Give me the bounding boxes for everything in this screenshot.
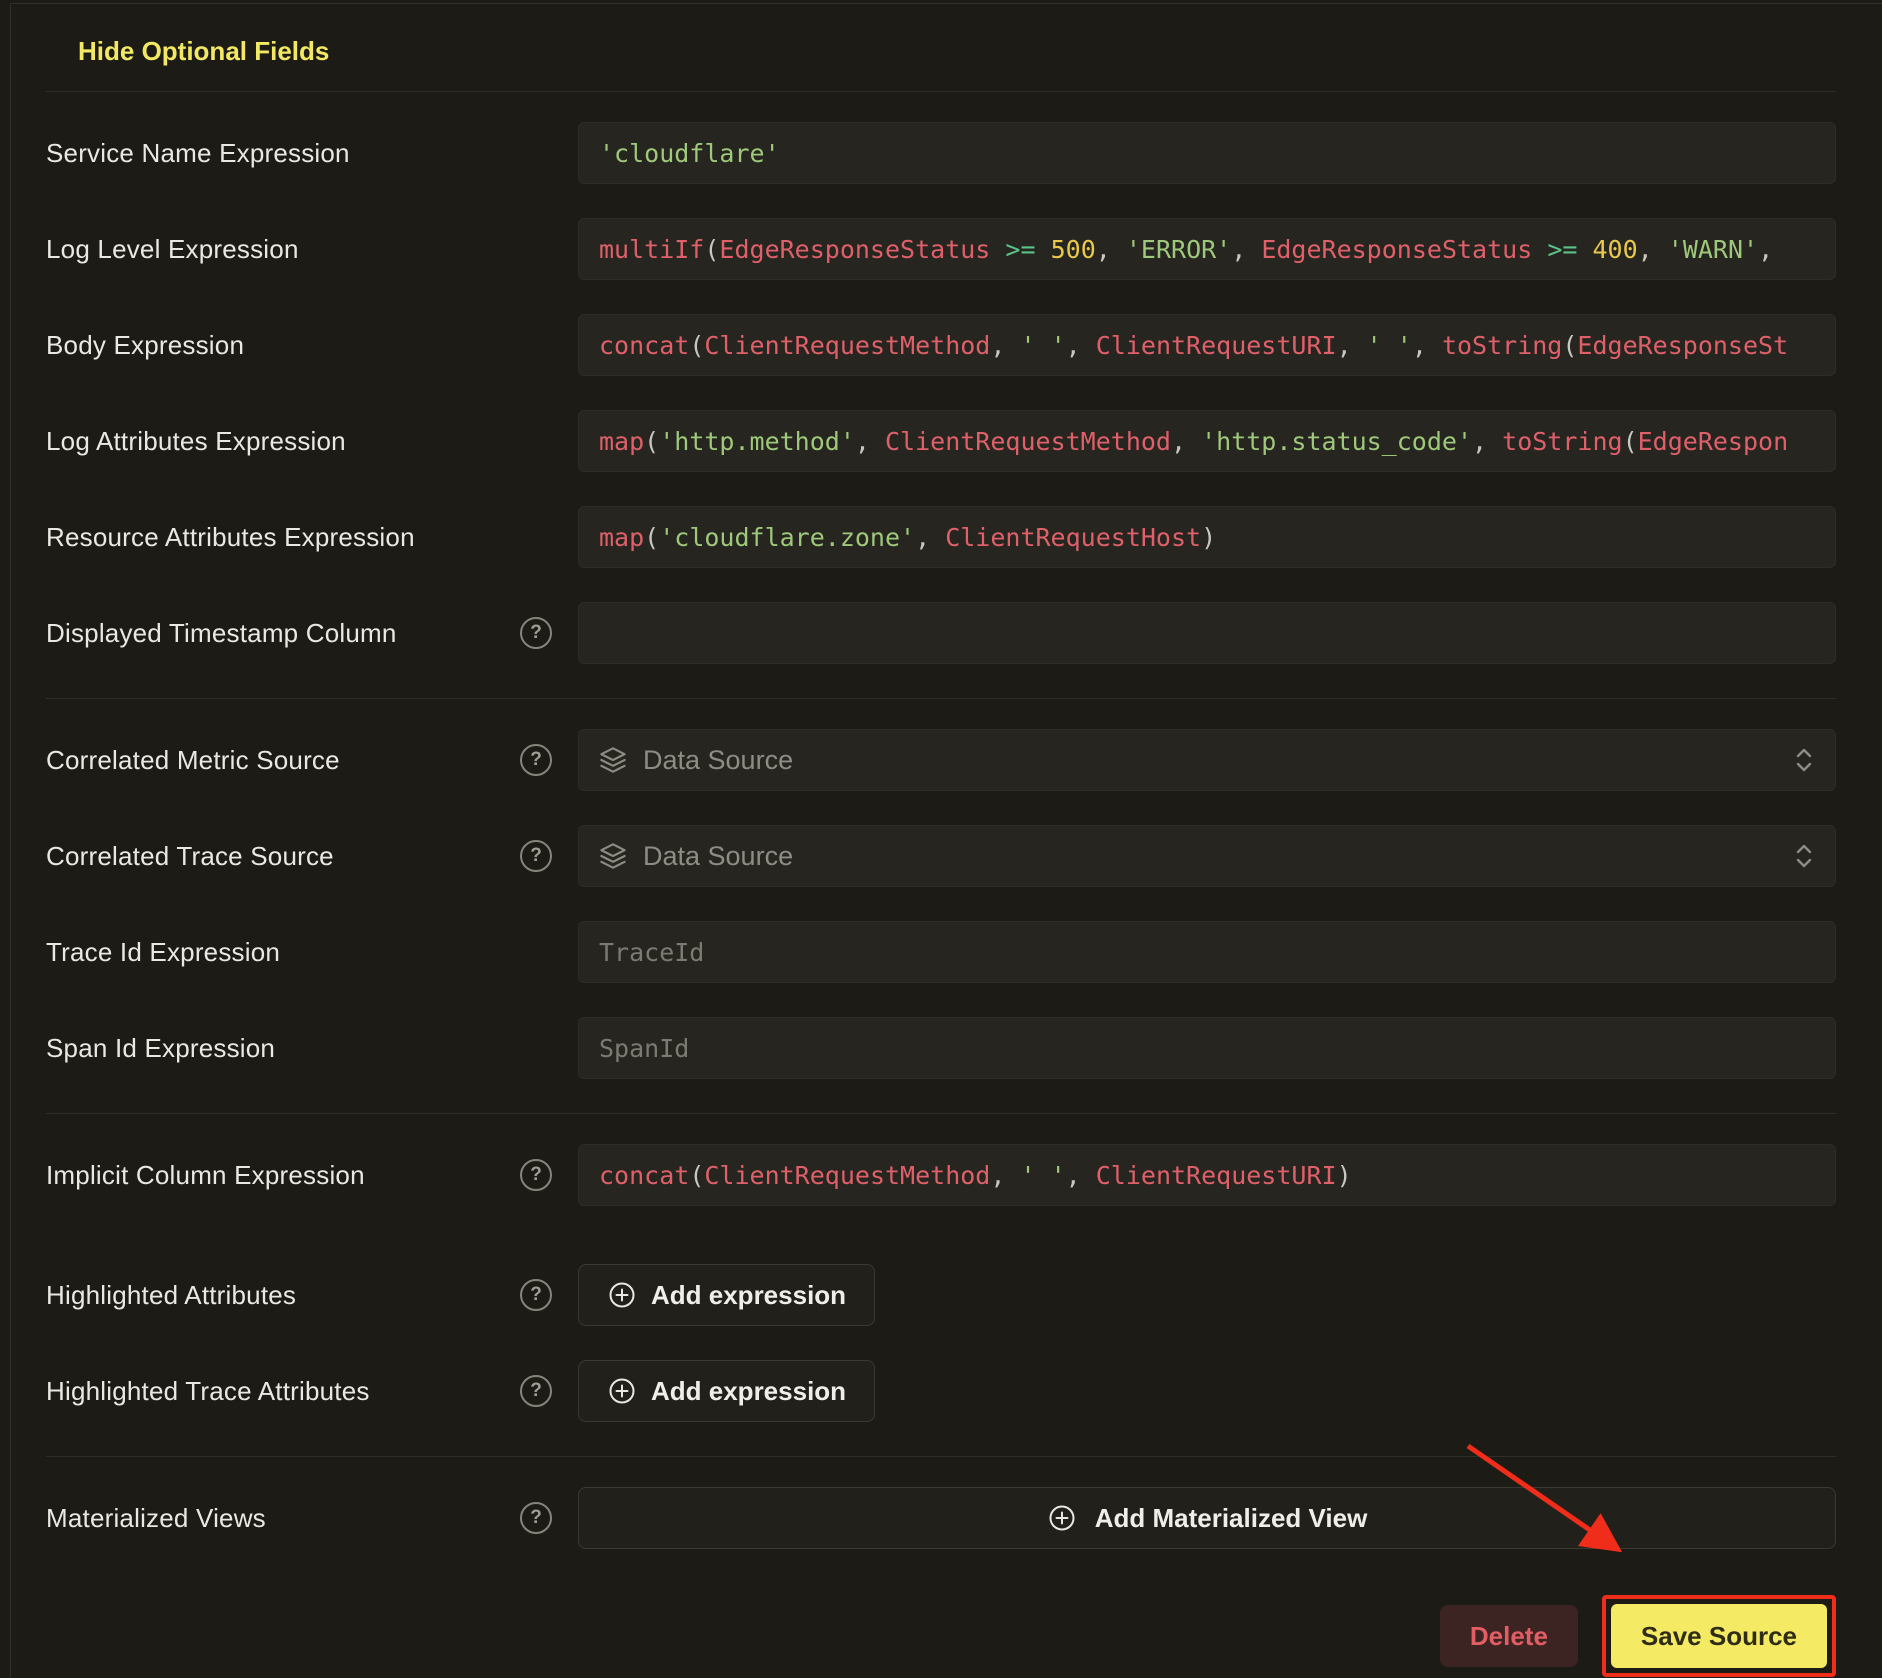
field-row-highlighted-trace-attributes: Highlighted Trace Attributes Add express… (46, 1360, 1836, 1422)
help-icon[interactable] (520, 617, 552, 649)
field-label-group: Correlated Trace Source (46, 840, 578, 872)
log-attributes-expression-input[interactable]: map('http.method', ClientRequestMethod, … (578, 410, 1836, 472)
field-label: Body Expression (46, 330, 244, 361)
field-label-group: Span Id Expression (46, 1033, 578, 1064)
field-row-implicit-column: Implicit Column Expression concat(Client… (46, 1144, 1836, 1206)
section-divider (46, 91, 1836, 92)
correlated-metric-source-select[interactable]: Data Source (578, 729, 1836, 791)
field-label: Trace Id Expression (46, 937, 280, 968)
field-label-group: Displayed Timestamp Column (46, 617, 578, 649)
add-materialized-view-label: Add Materialized View (1095, 1503, 1368, 1534)
add-expression-button[interactable]: Add expression (578, 1360, 875, 1422)
span-id-expression-input[interactable] (578, 1017, 1836, 1079)
service-name-expression-input[interactable]: 'cloudflare' (578, 122, 1836, 184)
field-label-group: Log Attributes Expression (46, 426, 578, 457)
add-expression-button[interactable]: Add expression (578, 1264, 875, 1326)
field-label-group: Log Level Expression (46, 234, 578, 265)
footer-actions: Delete Save Source (46, 1595, 1836, 1677)
field-row-body: Body Expression concat(ClientRequestMeth… (46, 314, 1836, 376)
field-label-group: Body Expression (46, 330, 578, 361)
save-source-button[interactable]: Save Source (1611, 1604, 1827, 1668)
help-icon[interactable] (520, 1159, 552, 1191)
add-expression-label: Add expression (651, 1280, 846, 1311)
field-row-highlighted-attributes: Highlighted Attributes Add expression (46, 1264, 1836, 1326)
section-divider (46, 1456, 1836, 1457)
plus-circle-icon (1047, 1503, 1077, 1533)
source-settings-panel: Hide Optional Fields Service Name Expres… (10, 3, 1882, 1678)
delete-button[interactable]: Delete (1440, 1605, 1578, 1667)
field-row-resource-attributes: Resource Attributes Expression map('clou… (46, 506, 1836, 568)
field-label-group: Highlighted Trace Attributes (46, 1375, 578, 1407)
field-label: Correlated Metric Source (46, 745, 340, 776)
field-row-correlated-metric-source: Correlated Metric Source Data Source (46, 729, 1836, 791)
section-divider (46, 1113, 1836, 1114)
field-label: Materialized Views (46, 1503, 266, 1534)
select-placeholder: Data Source (643, 745, 793, 776)
field-row-log-attributes: Log Attributes Expression map('http.meth… (46, 410, 1836, 472)
body-expression-input[interactable]: concat(ClientRequestMethod, ' ', ClientR… (578, 314, 1836, 376)
plus-circle-icon (607, 1376, 637, 1406)
field-label: Highlighted Trace Attributes (46, 1376, 370, 1407)
help-icon[interactable] (520, 1375, 552, 1407)
field-row-correlated-trace-source: Correlated Trace Source Data Source (46, 825, 1836, 887)
button-cell: Add expression (578, 1360, 1836, 1422)
data-source-icon (599, 746, 627, 774)
field-row-displayed-timestamp: Displayed Timestamp Column (46, 602, 1836, 664)
delete-button-label: Delete (1470, 1621, 1548, 1652)
field-row-log-level: Log Level Expression multiIf(EdgeRespons… (46, 218, 1836, 280)
help-icon[interactable] (520, 1502, 552, 1534)
field-label-group: Service Name Expression (46, 138, 578, 169)
field-label: Displayed Timestamp Column (46, 618, 397, 649)
field-label: Highlighted Attributes (46, 1280, 296, 1311)
field-row-span-id: Span Id Expression (46, 1017, 1836, 1079)
field-row-service-name: Service Name Expression 'cloudflare' (46, 122, 1836, 184)
field-label: Resource Attributes Expression (46, 522, 415, 553)
field-label-group: Resource Attributes Expression (46, 522, 578, 553)
data-source-icon (599, 842, 627, 870)
field-label-group: Correlated Metric Source (46, 744, 578, 776)
add-expression-label: Add expression (651, 1376, 846, 1407)
field-label: Correlated Trace Source (46, 841, 334, 872)
help-icon[interactable] (520, 840, 552, 872)
annotation-highlight-box: Save Source (1602, 1595, 1836, 1677)
implicit-column-expression-input[interactable]: concat(ClientRequestMethod, ' ', ClientR… (578, 1144, 1836, 1206)
field-row-materialized-views: Materialized Views Add Materialized View (46, 1487, 1836, 1549)
chevron-updown-icon (1793, 745, 1815, 775)
trace-id-expression-input[interactable] (578, 921, 1836, 983)
field-label-group: Implicit Column Expression (46, 1159, 578, 1191)
displayed-timestamp-column-input[interactable] (578, 602, 1836, 664)
field-label: Implicit Column Expression (46, 1160, 365, 1191)
help-icon[interactable] (520, 1279, 552, 1311)
field-label: Service Name Expression (46, 138, 350, 169)
section-divider (46, 698, 1836, 699)
resource-attributes-expression-input[interactable]: map('cloudflare.zone', ClientRequestHost… (578, 506, 1836, 568)
hide-optional-fields-toggle[interactable]: Hide Optional Fields (78, 36, 329, 67)
field-row-trace-id: Trace Id Expression (46, 921, 1836, 983)
add-materialized-view-button[interactable]: Add Materialized View (578, 1487, 1836, 1549)
help-icon[interactable] (520, 744, 552, 776)
log-level-expression-input[interactable]: multiIf(EdgeResponseStatus >= 500, 'ERRO… (578, 218, 1836, 280)
button-cell: Add expression (578, 1264, 1836, 1326)
save-source-button-label: Save Source (1641, 1621, 1797, 1652)
plus-circle-icon (607, 1280, 637, 1310)
chevron-updown-icon (1793, 841, 1815, 871)
field-label: Span Id Expression (46, 1033, 275, 1064)
field-label: Log Attributes Expression (46, 426, 346, 457)
correlated-trace-source-select[interactable]: Data Source (578, 825, 1836, 887)
field-label: Log Level Expression (46, 234, 299, 265)
field-label-group: Materialized Views (46, 1502, 578, 1534)
select-placeholder: Data Source (643, 841, 793, 872)
field-label-group: Highlighted Attributes (46, 1279, 578, 1311)
field-label-group: Trace Id Expression (46, 937, 578, 968)
